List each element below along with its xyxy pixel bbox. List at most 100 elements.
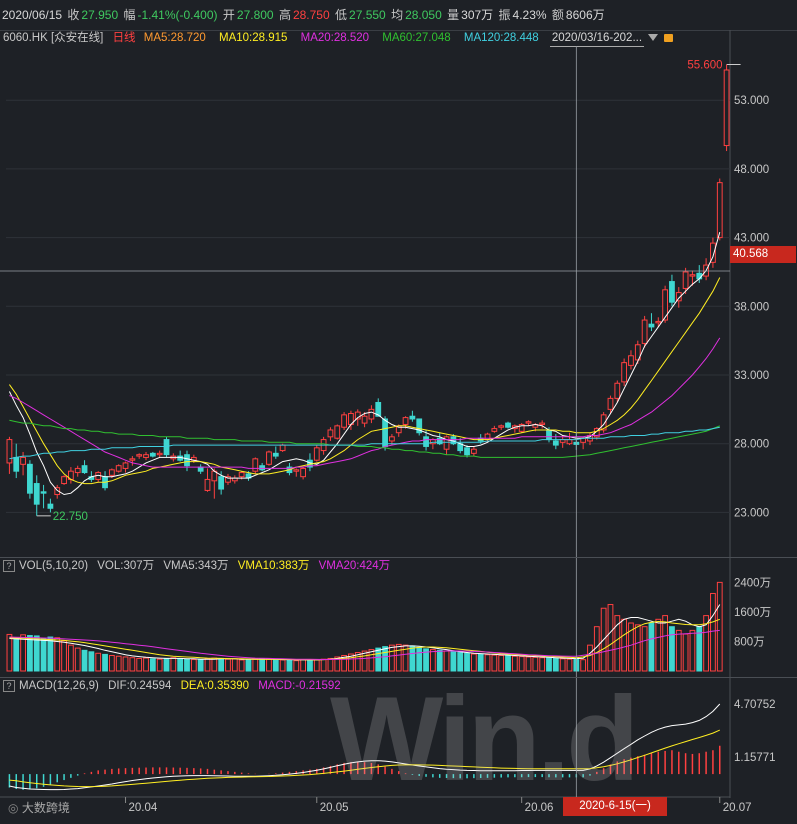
- volume-bar: [634, 624, 641, 672]
- volume-bar: [648, 622, 655, 672]
- candle-down: [47, 503, 54, 509]
- candle-down: [33, 483, 40, 505]
- volume-bar: [81, 649, 88, 672]
- volume-bar: [6, 633, 13, 672]
- candle-up: [266, 451, 272, 465]
- volume-bar: [416, 646, 423, 672]
- candle-down: [552, 440, 559, 446]
- volume-bar: [484, 654, 491, 672]
- volume-bar: [443, 650, 450, 672]
- volume-bar: [163, 657, 170, 672]
- volume-bar: [662, 615, 669, 672]
- candle-down: [184, 454, 190, 467]
- candle-up: [498, 425, 505, 428]
- time-tick-label: 20.07: [723, 802, 752, 814]
- candle-up: [252, 458, 259, 472]
- candle-down: [197, 466, 204, 472]
- candle-up: [334, 425, 341, 439]
- brand-logo-icon: ◎: [8, 801, 22, 815]
- volume-bar: [641, 626, 648, 672]
- volume-bar: [279, 659, 286, 672]
- volume-bar: [231, 658, 238, 672]
- candle-up: [655, 320, 662, 324]
- volume-bar: [129, 657, 136, 672]
- volume-bar: [266, 658, 272, 672]
- volume-bar: [204, 658, 211, 672]
- volume-bar: [259, 658, 266, 672]
- volume-bar: [532, 656, 539, 672]
- volume-bar: [470, 653, 477, 672]
- macd-tick-label: 1.15771: [734, 752, 776, 764]
- volume-bar: [477, 653, 484, 672]
- candle-up: [6, 439, 13, 464]
- vol-bar: ? VOL(5,10,20) VOL:307万 VMA5:343万 VMA10:3…: [0, 557, 797, 574]
- candle-up: [300, 467, 307, 478]
- candle-up: [368, 408, 375, 420]
- volume-bar: [689, 629, 696, 672]
- volume-bar: [675, 629, 682, 672]
- volume-bar: [33, 635, 40, 672]
- candle-down: [546, 429, 552, 441]
- candle-up: [402, 417, 409, 425]
- volume-bar: [293, 660, 300, 672]
- volume-bar: [13, 637, 20, 672]
- volume-bar: [218, 657, 225, 672]
- candle-up: [129, 458, 136, 461]
- vma20-legend: VMA20:424万: [318, 560, 391, 572]
- price-tick-label: 53.000: [734, 95, 769, 107]
- macd-tick-label: 4.70752: [734, 699, 776, 711]
- candle-down: [382, 418, 388, 447]
- volume-bar: [47, 636, 54, 672]
- candle-up: [122, 462, 129, 469]
- volume-bar: [669, 626, 675, 672]
- volume-bar: [389, 644, 395, 672]
- volume-bar: [27, 635, 33, 672]
- volume-bar: [436, 649, 443, 672]
- wind-watermark: Win.d: [330, 672, 639, 806]
- candle-up: [682, 271, 689, 289]
- candle-down: [149, 452, 156, 457]
- volume-bar: [156, 658, 163, 672]
- volume-bar: [607, 604, 614, 672]
- vol-title: VOL(5,10,20): [19, 560, 89, 572]
- candle-down: [40, 491, 47, 494]
- candle-up: [716, 182, 723, 239]
- candle-up: [341, 414, 347, 428]
- ma10-line: [8, 277, 721, 485]
- volume-bar: [491, 654, 498, 672]
- volume-bar: [252, 658, 259, 672]
- volume-bar: [197, 659, 204, 672]
- brand-logo-text: 大数跨境: [21, 801, 70, 815]
- volume-bar: [149, 658, 156, 672]
- vol-help-icon[interactable]: ?: [3, 559, 15, 572]
- candle-up: [389, 436, 395, 442]
- volume-bar: [54, 637, 61, 672]
- candle-down: [218, 476, 225, 490]
- candle-up: [108, 469, 115, 476]
- volume-bar: [320, 658, 327, 672]
- price-tick-label: 48.000: [734, 164, 769, 176]
- volume-bar: [300, 659, 307, 672]
- candle-up: [327, 429, 334, 438]
- macd-help-icon[interactable]: ?: [3, 679, 15, 692]
- brand-logo: ◎ 大数跨境: [8, 799, 70, 816]
- vol-tick-label: 2400万: [734, 577, 771, 589]
- max-price-label: 55.600: [687, 59, 722, 71]
- volume-bar: [170, 657, 177, 672]
- volume-bar: [409, 645, 416, 672]
- price-tick-label: 33.000: [734, 370, 769, 382]
- candle-up: [313, 447, 320, 461]
- volume-bar: [40, 638, 47, 672]
- volume-bar: [505, 655, 511, 672]
- candle-up: [566, 439, 573, 445]
- candle-up: [491, 428, 498, 432]
- candle-up: [136, 454, 143, 457]
- volume-bar: [115, 655, 122, 672]
- volume-bar: [272, 659, 279, 672]
- candle-up: [607, 397, 614, 410]
- volume-bar: [102, 653, 108, 672]
- candle-up: [628, 355, 634, 366]
- candle-up: [204, 478, 211, 491]
- volume-bar: [307, 659, 313, 672]
- macd-title: MACD(12,26,9): [19, 680, 99, 692]
